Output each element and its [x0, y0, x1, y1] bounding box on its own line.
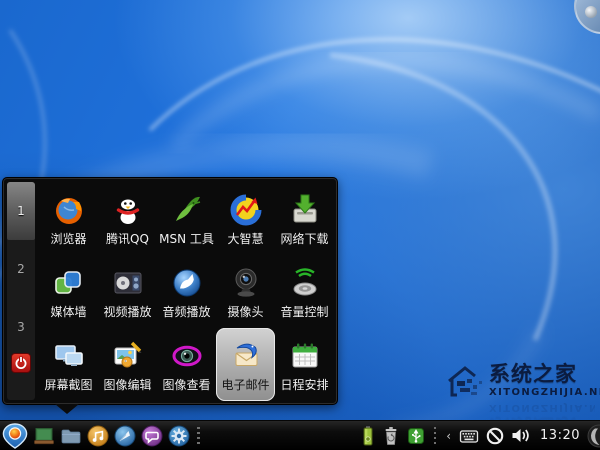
file-manager-icon — [61, 429, 81, 443]
taskbar-corner-button[interactable] — [587, 424, 600, 448]
launcher-button[interactable] — [2, 422, 28, 449]
speaker-icon — [512, 429, 529, 442]
keyboard-icon — [459, 429, 479, 443]
app-item-imageviewer[interactable]: 图像查看 — [157, 328, 216, 401]
app-label: 摄像头 — [227, 304, 264, 319]
taskbar-left-icons — [0, 422, 202, 449]
menu-page-tab-3[interactable]: 3 — [7, 298, 35, 356]
app-label: 浏览器 — [50, 232, 87, 247]
app-label: 电子邮件 — [221, 377, 270, 392]
media-wall-icon — [50, 264, 88, 302]
app-item-download[interactable]: 网络下载 — [275, 183, 334, 256]
power-button[interactable] — [11, 353, 31, 373]
app-item-audioplayer[interactable]: 音频播放 — [157, 256, 216, 329]
app-label: 日程安排 — [280, 377, 329, 392]
taskbar-tray: ‹ 13:20 — [361, 424, 600, 448]
taskbar-item-browser[interactable] — [114, 425, 136, 447]
app-item-email[interactable]: 电子邮件 — [216, 328, 275, 401]
compass-browser-icon — [114, 425, 136, 446]
app-item-browser[interactable]: 浏览器 — [39, 183, 98, 256]
music-player-icon — [87, 425, 109, 446]
tray-collapse-button[interactable]: ‹ — [445, 430, 452, 442]
app-item-volumecontrol[interactable]: 音量控制 — [275, 256, 334, 329]
desktop-board-icon — [34, 427, 54, 444]
qq-penguin-icon — [109, 191, 147, 229]
calendar-icon — [286, 337, 324, 375]
logo-disc-icon — [587, 424, 600, 447]
app-label: 图像编辑 — [103, 377, 152, 392]
tray-volume[interactable] — [511, 427, 530, 444]
image-editor-icon — [109, 337, 147, 375]
tray-keyboard[interactable] — [459, 427, 479, 445]
app-label: 屏幕截图 — [44, 377, 93, 392]
chat-bubble-icon — [141, 425, 163, 446]
usb-icon — [407, 427, 424, 444]
tray-separator-handle[interactable] — [432, 426, 439, 445]
image-viewer-icon — [168, 337, 206, 375]
launcher-pin-icon — [2, 422, 28, 449]
app-grid: 浏览器 腾讯QQ MSN 工具 大智慧 网络下载 媒体墙 视频播放 音频播放 摄… — [39, 183, 334, 401]
msn-bird-icon — [168, 191, 206, 229]
video-player-icon — [109, 264, 147, 302]
firefox-browser-icon — [50, 191, 88, 229]
thunderbird-mail-icon — [227, 337, 265, 375]
app-label: 视频播放 — [103, 304, 152, 319]
menu-page-tab-2[interactable]: 2 — [7, 240, 35, 298]
menu-pointer-arrow — [55, 404, 79, 414]
watermark-title: 系统之家 — [489, 361, 577, 386]
app-launcher-menu: 1 2 3 浏览器 腾讯QQ MSN 工具 大智慧 网络下载 媒体墙 视频播放 … — [2, 177, 338, 405]
taskbar: ‹ 13:20 — [0, 420, 600, 450]
app-label: 音频播放 — [162, 304, 211, 319]
stock-chart-icon — [227, 191, 265, 229]
webcam-icon — [227, 264, 265, 302]
widget-swirl-logo-icon — [585, 6, 597, 18]
tray-input-disabled[interactable] — [486, 427, 504, 445]
power-icon — [15, 356, 27, 369]
app-item-webcam[interactable]: 摄像头 — [216, 256, 275, 329]
tray-battery[interactable] — [361, 425, 375, 447]
house-logo-icon — [448, 366, 482, 397]
app-item-dazhihui[interactable]: 大智慧 — [216, 183, 275, 256]
disabled-input-icon — [486, 427, 504, 444]
app-label: 腾讯QQ — [106, 232, 149, 247]
app-item-imageeditor[interactable]: 图像编辑 — [98, 328, 157, 401]
menu-page-tab-1[interactable]: 1 — [7, 182, 35, 240]
app-label: MSN 工具 — [159, 232, 214, 247]
app-label: 媒体墙 — [50, 304, 87, 319]
app-label: 图像查看 — [162, 377, 211, 392]
volume-control-icon — [286, 264, 324, 302]
app-item-calendar[interactable]: 日程安排 — [275, 328, 334, 401]
tray-trash[interactable] — [382, 426, 400, 446]
watermark-subtitle: XITONGZHIJIA.NET — [489, 386, 600, 398]
tray-usb[interactable] — [407, 427, 425, 445]
app-item-screenshot[interactable]: 屏幕截图 — [39, 328, 98, 401]
settings-gear-icon — [168, 425, 190, 446]
app-item-mediawall[interactable]: 媒体墙 — [39, 256, 98, 329]
menu-page-sidebar: 1 2 3 — [7, 182, 35, 400]
app-label: 大智慧 — [227, 232, 264, 247]
trash-icon — [385, 426, 397, 445]
screenshot-icon — [50, 337, 88, 375]
app-item-videoplayer[interactable]: 视频播放 — [98, 256, 157, 329]
taskbar-item-chat[interactable] — [141, 425, 163, 447]
audio-player-icon — [168, 264, 206, 302]
app-item-msn[interactable]: MSN 工具 — [157, 183, 216, 256]
app-label: 音量控制 — [280, 304, 329, 319]
battery-icon — [363, 426, 373, 445]
taskbar-item-music[interactable] — [87, 425, 109, 447]
download-icon — [286, 191, 324, 229]
taskbar-item-files[interactable] — [60, 425, 82, 447]
app-item-qq[interactable]: 腾讯QQ — [98, 183, 157, 256]
taskbar-clock[interactable]: 13:20 — [537, 428, 580, 443]
taskbar-separator-handle[interactable] — [195, 426, 202, 445]
app-label: 网络下载 — [280, 232, 329, 247]
taskbar-item-desktop[interactable] — [33, 425, 55, 447]
taskbar-item-settings[interactable] — [168, 425, 190, 447]
